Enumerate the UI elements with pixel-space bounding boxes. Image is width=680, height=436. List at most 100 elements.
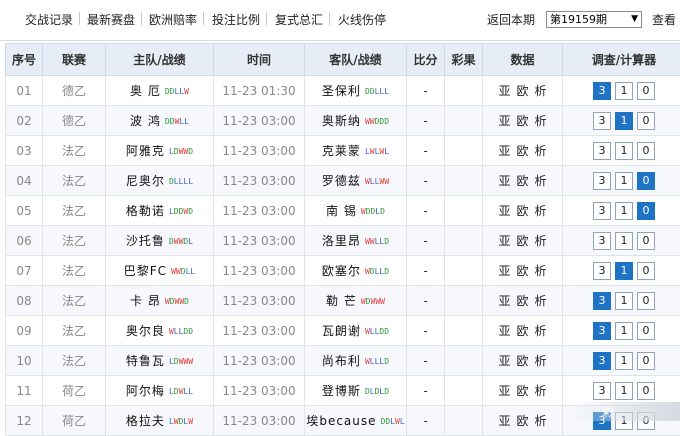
analysis-link[interactable]: 析 — [535, 324, 547, 338]
calc-option-3[interactable]: 3 — [593, 352, 611, 370]
home-team-name[interactable]: 格拉夫 — [126, 414, 165, 428]
calc-option-3[interactable]: 3 — [593, 112, 611, 130]
nav-latest-odds[interactable]: 最新赛盘 — [87, 11, 135, 28]
asian-odds-link[interactable]: 亚 — [498, 384, 510, 398]
asian-odds-link[interactable]: 亚 — [498, 294, 510, 308]
nav-euro-odds[interactable]: 欧洲赔率 — [149, 11, 197, 28]
away-team-name[interactable]: 洛里昂 — [322, 234, 361, 248]
asian-odds-link[interactable]: 亚 — [498, 414, 510, 428]
nav-multi-summary[interactable]: 复式总汇 — [275, 11, 323, 28]
away-team-name[interactable]: 登博斯 — [322, 384, 361, 398]
calc-option-3[interactable]: 3 — [593, 202, 611, 220]
calc-option-3[interactable]: 3 — [593, 172, 611, 190]
asian-odds-link[interactable]: 亚 — [498, 174, 510, 188]
calc-option-0[interactable]: 0 — [637, 382, 655, 400]
calc-option-0[interactable]: 0 — [637, 202, 655, 220]
euro-odds-link[interactable]: 欧 — [516, 264, 528, 278]
euro-odds-link[interactable]: 欧 — [516, 324, 528, 338]
away-team-name[interactable]: 奥斯纳 — [322, 114, 361, 128]
calc-option-3[interactable]: 3 — [593, 262, 611, 280]
away-team-name[interactable]: 瓦朗谢 — [322, 324, 361, 338]
calc-option-1[interactable]: 1 — [615, 262, 633, 280]
analysis-link[interactable]: 析 — [535, 384, 547, 398]
analysis-link[interactable]: 析 — [535, 84, 547, 98]
euro-odds-link[interactable]: 欧 — [516, 174, 528, 188]
home-team-name[interactable]: 特鲁瓦 — [126, 354, 165, 368]
euro-odds-link[interactable]: 欧 — [516, 354, 528, 368]
calc-option-3[interactable]: 3 — [593, 382, 611, 400]
away-team-name[interactable]: 圣保利 — [322, 84, 361, 98]
analysis-link[interactable]: 析 — [535, 114, 547, 128]
calc-option-0[interactable]: 0 — [637, 262, 655, 280]
home-team-name[interactable]: 沙托鲁 — [126, 234, 165, 248]
calc-option-0[interactable]: 0 — [637, 172, 655, 190]
calc-option-0[interactable]: 0 — [637, 292, 655, 310]
analysis-link[interactable]: 析 — [535, 414, 547, 428]
asian-odds-link[interactable]: 亚 — [498, 264, 510, 278]
euro-odds-link[interactable]: 欧 — [516, 384, 528, 398]
nav-injuries[interactable]: 火线伤停 — [338, 11, 386, 28]
calc-option-1[interactable]: 1 — [615, 352, 633, 370]
calc-option-1[interactable]: 1 — [615, 382, 633, 400]
calc-option-1[interactable]: 1 — [615, 82, 633, 100]
calc-option-1[interactable]: 1 — [615, 322, 633, 340]
calc-option-3[interactable]: 3 — [593, 82, 611, 100]
away-team-name[interactable]: 埃because — [306, 414, 376, 428]
euro-odds-link[interactable]: 欧 — [516, 414, 528, 428]
euro-odds-link[interactable]: 欧 — [516, 144, 528, 158]
calc-option-0[interactable]: 0 — [637, 142, 655, 160]
asian-odds-link[interactable]: 亚 — [498, 324, 510, 338]
calc-option-1[interactable]: 1 — [615, 112, 633, 130]
calc-option-1[interactable]: 1 — [615, 202, 633, 220]
calc-option-0[interactable]: 0 — [637, 232, 655, 250]
calc-option-1[interactable]: 1 — [615, 292, 633, 310]
calc-option-1[interactable]: 1 — [615, 172, 633, 190]
asian-odds-link[interactable]: 亚 — [498, 204, 510, 218]
analysis-link[interactable]: 析 — [535, 264, 547, 278]
euro-odds-link[interactable]: 欧 — [516, 114, 528, 128]
asian-odds-link[interactable]: 亚 — [498, 234, 510, 248]
home-team-name[interactable]: 奥尔良 — [126, 324, 165, 338]
away-team-name[interactable]: 罗德兹 — [322, 174, 361, 188]
asian-odds-link[interactable]: 亚 — [498, 144, 510, 158]
calc-option-3[interactable]: 3 — [593, 232, 611, 250]
calc-option-0[interactable]: 0 — [637, 82, 655, 100]
calc-option-1[interactable]: 1 — [615, 142, 633, 160]
calc-option-0[interactable]: 0 — [637, 112, 655, 130]
calc-option-1[interactable]: 1 — [615, 232, 633, 250]
home-team-name[interactable]: 阿雅克 — [126, 144, 165, 158]
analysis-link[interactable]: 析 — [535, 174, 547, 188]
away-team-name[interactable]: 克莱蒙 — [322, 144, 361, 158]
view-link[interactable]: 查看 — [652, 11, 676, 28]
analysis-link[interactable]: 析 — [535, 354, 547, 368]
euro-odds-link[interactable]: 欧 — [516, 204, 528, 218]
calc-option-3[interactable]: 3 — [593, 292, 611, 310]
home-team-name[interactable]: 尼奥尔 — [126, 174, 165, 188]
nav-bet-ratio[interactable]: 投注比例 — [212, 11, 260, 28]
home-team-name[interactable]: 巴黎FC — [124, 264, 167, 278]
away-team-name[interactable]: 尚布利 — [322, 354, 361, 368]
euro-odds-link[interactable]: 欧 — [516, 234, 528, 248]
away-team-name[interactable]: 南 锡 — [326, 204, 357, 218]
asian-odds-link[interactable]: 亚 — [498, 114, 510, 128]
calc-option-3[interactable]: 3 — [593, 142, 611, 160]
calc-option-3[interactable]: 3 — [593, 322, 611, 340]
away-team-name[interactable]: 勒 芒 — [326, 294, 357, 308]
calc-option-0[interactable]: 0 — [637, 322, 655, 340]
home-team-name[interactable]: 格勒诺 — [126, 204, 165, 218]
home-team-name[interactable]: 卡 昂 — [130, 294, 161, 308]
asian-odds-link[interactable]: 亚 — [498, 354, 510, 368]
euro-odds-link[interactable]: 欧 — [516, 84, 528, 98]
analysis-link[interactable]: 析 — [535, 204, 547, 218]
home-team-name[interactable]: 波 鸿 — [130, 114, 161, 128]
analysis-link[interactable]: 析 — [535, 144, 547, 158]
asian-odds-link[interactable]: 亚 — [498, 84, 510, 98]
away-team-name[interactable]: 欧塞尔 — [322, 264, 361, 278]
analysis-link[interactable]: 析 — [535, 294, 547, 308]
analysis-link[interactable]: 析 — [535, 234, 547, 248]
nav-match-history[interactable]: 交战记录 — [25, 11, 73, 28]
euro-odds-link[interactable]: 欧 — [516, 294, 528, 308]
calc-option-0[interactable]: 0 — [637, 352, 655, 370]
home-team-name[interactable]: 奥 厄 — [130, 84, 161, 98]
home-team-name[interactable]: 阿尔梅 — [126, 384, 165, 398]
